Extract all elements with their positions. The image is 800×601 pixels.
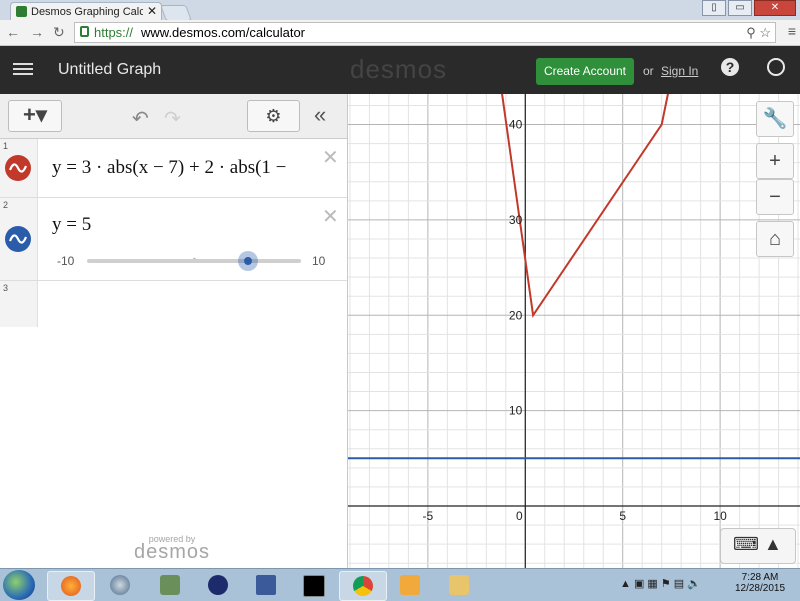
browser-menu-icon[interactable]: ≡ [788,23,796,39]
settings-gear-icon[interactable]: ⚙ [247,100,300,132]
expression-toolbar: +▾ ↶ ↷ ⚙ « [0,94,347,139]
x-tick-label: 10 [713,509,727,523]
taskbar-chrome[interactable] [339,571,387,601]
wave-icon [8,234,28,244]
graph-title[interactable]: Untitled Graph [58,61,161,79]
url-host: www.desmos.com/calculator [141,25,305,40]
y-tick-label: 20 [509,308,523,322]
create-account-button[interactable]: Create Account [536,58,634,85]
firefox-icon [61,576,81,596]
zoom-out-button[interactable]: − [756,179,794,215]
taskbar-cmd[interactable] [290,571,336,599]
desmos-favicon-icon [16,6,27,17]
language-globe-icon[interactable] [767,58,785,76]
tab-title: Desmos Graphing Calculat [31,6,143,18]
expression-row-2[interactable]: 2 y = 5 ✕ -10 - 10 [0,198,347,281]
y-tick-label: 40 [509,118,523,132]
undo-icon[interactable]: ↶ [132,106,149,131]
url-field[interactable]: https:// www.desmos.com/calculator ⚲ ☆ [74,22,776,43]
x-tick-label: -5 [423,509,434,523]
system-clock[interactable]: 7:28 AM 12/28/2015 [728,572,792,594]
keypad-toggle-button[interactable]: ⌨ ▲ [720,528,796,564]
add-item-button[interactable]: +▾ [8,100,62,132]
browser-tab-bar: Desmos Graphing Calculat ✕ ▯ ▭ ✕ [0,0,800,21]
minimize-button[interactable]: ▭ [728,0,752,16]
desmos-logo: desmos [350,54,448,84]
taskbar-explorer[interactable] [436,571,482,599]
delete-expression-icon[interactable]: ✕ [322,145,339,170]
expression-number: 3 [3,283,9,293]
x-tick-label: 0 [516,509,523,523]
powered-by-logo: desmos [134,541,211,563]
taskbar-app-5[interactable] [243,571,289,599]
graph-color-icon[interactable] [5,226,31,252]
expression-row-3[interactable]: 3 [0,281,347,327]
url-scheme: https:// [94,25,134,40]
chrome-icon [353,576,373,596]
app-icon [256,575,276,595]
windows-taskbar: ▲ ▣ ▦ ⚑ ▤ 🔈 7:28 AM 12/28/2015 [0,568,800,601]
folder-icon [449,575,469,595]
expression-input[interactable]: y = 3 · abs(x − 7) + 2 · abs(1 − [52,157,286,179]
collapse-panel-icon[interactable]: « [314,102,326,128]
window-controls: ▯ ▭ ✕ [702,0,796,16]
new-tab-button[interactable] [160,5,192,21]
browser-tab[interactable]: Desmos Graphing Calculat ✕ [10,2,162,21]
or-label: or [643,64,654,78]
y-tick-label: 10 [509,404,523,418]
clock-date: 12/28/2015 [734,583,786,594]
expression-number: 2 [3,200,9,210]
delete-expression-icon[interactable]: ✕ [322,204,339,229]
app-icon [208,575,228,595]
close-window-button[interactable]: ✕ [754,0,796,16]
calendar-clock-icon [400,575,420,595]
powered-by-desmos: powered by desmos [134,534,210,564]
zoom-in-button[interactable]: + [756,143,794,179]
reload-icon[interactable]: ↻ [53,24,65,41]
wave-icon [8,163,28,173]
taskbar-firefox[interactable] [47,571,95,601]
slider-min-label[interactable]: -10 [57,254,74,268]
graph-paper[interactable]: -5 0 5 10 10 20 30 40 [348,94,800,568]
taskbar-app-4[interactable] [195,571,241,599]
graph-color-icon[interactable] [5,155,31,181]
back-arrow-icon[interactable]: ← [6,24,20,40]
system-tray-icons[interactable]: ▲ ▣ ▦ ⚑ ▤ 🔈 [620,577,701,590]
x-tick-label: 5 [619,509,626,523]
hamburger-menu-icon[interactable] [13,60,33,78]
slider-handle[interactable] [237,251,258,271]
keyboard-icon: ⌨ ▲ [733,534,782,554]
forward-arrow-icon[interactable]: → [30,24,44,40]
expression-number: 1 [3,141,9,151]
expression-input[interactable]: y = 5 [52,214,91,236]
expression-panel: +▾ ↶ ↷ ⚙ « 1 y = 3 · abs(x − 7) + 2 · ab… [0,94,348,568]
help-icon[interactable]: ? [721,58,739,76]
desmos-header: Untitled Graph desmos Create Account or … [0,46,800,94]
y-tick-label: 30 [509,213,523,227]
graph-canvas[interactable]: -5 0 5 10 10 20 30 40 [348,94,800,568]
tab-close-icon[interactable]: ✕ [147,4,157,18]
taskbar-app-3[interactable] [147,571,193,599]
terminal-icon [303,575,325,597]
redo-icon[interactable]: ↷ [164,106,181,131]
windows-start-button[interactable] [3,570,35,600]
lock-icon [80,26,89,37]
clock-time: 7:28 AM [741,572,779,583]
taskbar-thunderbird[interactable] [97,571,143,599]
thunderbird-icon [110,575,130,595]
zoom-star-icons[interactable]: ⚲ ☆ [746,23,771,42]
taskbar-app-8[interactable] [387,571,433,599]
expression-row-1[interactable]: 1 y = 3 · abs(x − 7) + 2 · abs(1 − ✕ [0,139,347,198]
wrench-settings-icon[interactable]: 🔧 [756,101,794,137]
user-icon[interactable]: ▯ [702,0,726,16]
address-bar: ← → ↻ https:// www.desmos.com/calculator… [0,20,800,46]
sign-in-link[interactable]: Sign In [661,64,698,78]
home-icon[interactable]: ⌂ [756,221,794,257]
slider-max-label[interactable]: 10 [312,254,325,268]
app-icon [160,575,180,595]
slider-center-tick: - [193,253,196,263]
